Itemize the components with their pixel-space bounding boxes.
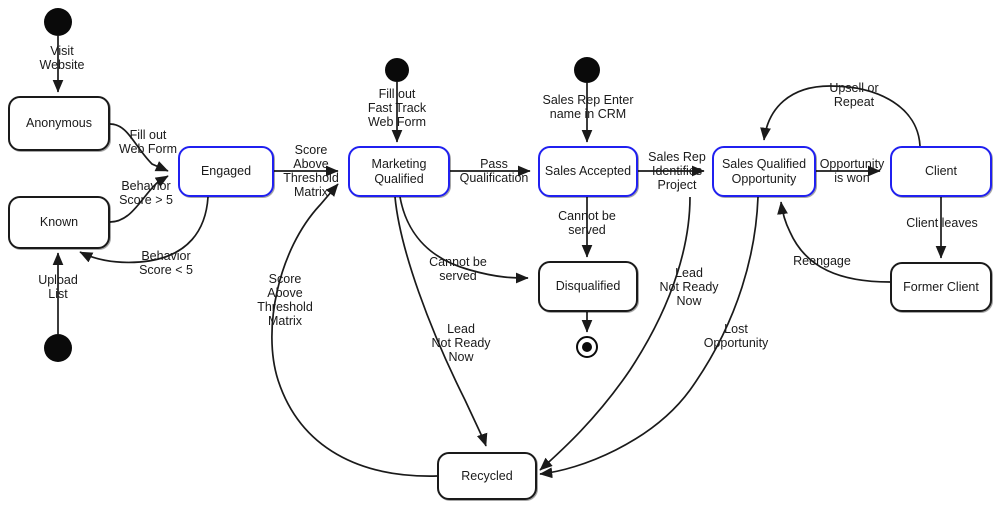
edge-lost-opportunity xyxy=(539,196,759,479)
initial-state-upload-list xyxy=(44,334,72,362)
state-sales-accepted[interactable]: Sales Accepted xyxy=(538,146,638,197)
state-client[interactable]: Client xyxy=(890,146,992,197)
state-label-engaged: Engaged xyxy=(200,164,252,179)
edge-behavior-gt5 xyxy=(109,175,169,223)
state-diagram-canvas: Anonymous Known Engaged Marketing Qualif… xyxy=(0,0,999,527)
state-label-anonymous: Anonymous xyxy=(25,116,92,131)
diagram-edges-layer xyxy=(52,36,947,479)
state-label-sales-accepted: Sales Accepted xyxy=(544,164,632,179)
state-label-disqualified: Disqualified xyxy=(555,279,621,294)
state-former-client[interactable]: Former Client xyxy=(890,262,992,312)
edge-sqo-lead-not-ready xyxy=(539,196,691,471)
state-label-marketing-qualified: Marketing Qualified xyxy=(371,156,427,186)
edge-marketing-cannot-be-served xyxy=(399,196,529,284)
final-state-disqualified xyxy=(576,336,598,358)
state-label-known: Known xyxy=(39,215,79,230)
state-marketing-qualified[interactable]: Marketing Qualified xyxy=(348,146,450,197)
initial-state-fast-track xyxy=(385,58,409,82)
final-state-inner-dot xyxy=(582,342,592,352)
state-sales-qualified-opportunity[interactable]: Sales Qualified Opportunity xyxy=(712,146,816,197)
edge-fillout-webform xyxy=(109,123,169,172)
state-anonymous[interactable]: Anonymous xyxy=(8,96,110,151)
edge-score-above-threshold-recycled xyxy=(271,183,438,477)
state-label-sales-qualified-opportunity: Sales Qualified Opportunity xyxy=(721,156,807,186)
state-disqualified[interactable]: Disqualified xyxy=(538,261,638,312)
edge-reengage xyxy=(777,201,891,283)
state-known[interactable]: Known xyxy=(8,196,110,249)
initial-state-crm-entry xyxy=(574,57,600,83)
state-label-former-client: Former Client xyxy=(903,279,979,294)
state-recycled[interactable]: Recycled xyxy=(437,452,537,500)
edge-marketing-lead-not-ready xyxy=(394,196,488,447)
state-label-client: Client xyxy=(925,164,957,179)
edge-upsell-or-repeat xyxy=(760,85,921,147)
state-label-recycled: Recycled xyxy=(461,468,513,483)
state-engaged[interactable]: Engaged xyxy=(178,146,274,197)
initial-state-visit-website xyxy=(44,8,72,36)
